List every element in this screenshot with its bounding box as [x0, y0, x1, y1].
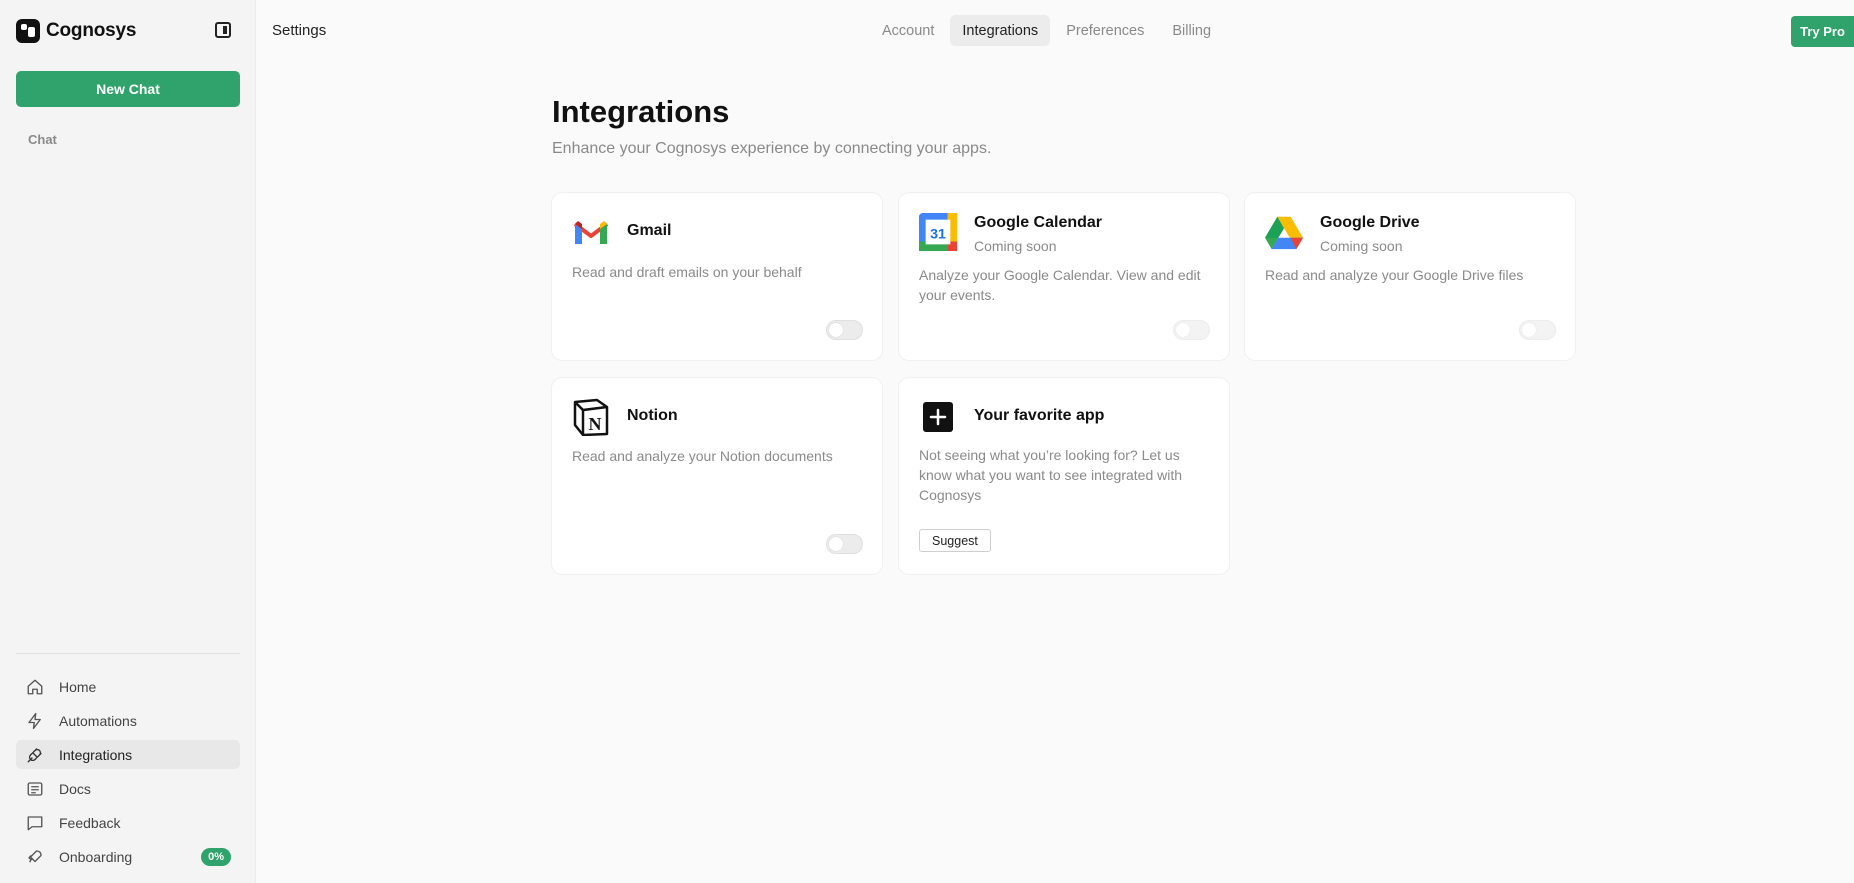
chat-section-label: Chat — [28, 132, 57, 147]
rocket-icon — [26, 848, 44, 866]
integration-card-google-drive: Google Drive Coming soon Read and analyz… — [1245, 193, 1575, 360]
home-icon — [26, 678, 44, 696]
gmail-toggle[interactable] — [826, 320, 863, 340]
sidebar-item-docs[interactable]: Docs — [16, 774, 240, 803]
sidebar-item-home[interactable]: Home — [16, 672, 240, 701]
tab-account[interactable]: Account — [870, 15, 946, 46]
sidebar-item-label: Docs — [59, 780, 91, 797]
sidebar-divider — [16, 653, 240, 654]
page-subtitle: Enhance your Cognosys experience by conn… — [552, 140, 992, 157]
sidebar-item-label: Home — [59, 678, 97, 695]
sidebar: Cognosys New Chat Chat Home Automations — [0, 0, 256, 883]
new-chat-button[interactable]: New Chat — [16, 71, 240, 107]
gmail-icon — [572, 213, 610, 251]
tab-billing[interactable]: Billing — [1160, 15, 1223, 46]
brand-name: Cognosys — [46, 20, 137, 41]
google-calendar-icon: 31 — [919, 213, 957, 251]
card-description: Not seeing what you’re looking for? Let … — [919, 447, 1183, 503]
try-pro-button[interactable]: Try Pro — [1791, 16, 1854, 47]
notion-toggle[interactable] — [826, 534, 863, 554]
calendar-day-number: 31 — [930, 227, 946, 243]
sidebar-item-label: Integrations — [59, 746, 133, 763]
settings-tabs: Account Integrations Preferences Billing — [870, 15, 1223, 46]
plug-icon — [26, 746, 44, 764]
tab-integrations[interactable]: Integrations — [950, 15, 1051, 46]
plus-icon — [919, 398, 957, 436]
brand[interactable]: Cognosys — [16, 19, 136, 43]
google-drive-toggle[interactable] — [1519, 320, 1556, 340]
card-title: Google Drive — [1320, 214, 1420, 231]
sidebar-item-label: Feedback — [59, 814, 121, 831]
sidebar-item-onboarding[interactable]: Onboarding 0% — [16, 842, 240, 871]
card-title: Your favorite app — [974, 407, 1105, 424]
card-status: Coming soon — [1320, 238, 1403, 254]
integration-card-google-calendar: 31 Google Calendar Coming soon Analyze y… — [899, 193, 1229, 360]
integration-card-suggest: Your favorite app Not seeing what you’re… — [899, 378, 1229, 574]
card-description: Analyze your Google Calendar. View and e… — [919, 267, 1201, 303]
sidebar-item-label: Automations — [59, 712, 137, 729]
onboarding-progress-badge: 0% — [201, 848, 231, 866]
sidebar-item-integrations[interactable]: Integrations — [16, 740, 240, 769]
app-window: Cognosys New Chat Chat Home Automations — [0, 0, 1854, 883]
chat-bubble-icon — [26, 814, 44, 832]
bolt-icon — [26, 712, 44, 730]
notion-icon: N — [572, 398, 610, 436]
integration-card-notion: N Notion Read and analyze your Notion do… — [552, 378, 882, 574]
suggest-button[interactable]: Suggest — [919, 529, 991, 552]
docs-icon — [26, 780, 44, 798]
sidebar-item-label: Onboarding — [59, 848, 133, 865]
collapse-sidebar-icon[interactable] — [215, 22, 231, 38]
card-description: Read and analyze your Notion documents — [572, 448, 833, 464]
integration-card-gmail: Gmail Read and draft emails on your beha… — [552, 193, 882, 360]
card-status: Coming soon — [974, 238, 1057, 254]
card-title: Google Calendar — [974, 214, 1103, 231]
sidebar-nav: Home Automations Integrations Docs Feedb… — [16, 672, 240, 876]
tab-preferences[interactable]: Preferences — [1054, 15, 1156, 46]
google-drive-icon — [1265, 213, 1303, 251]
sidebar-item-automations[interactable]: Automations — [16, 706, 240, 735]
google-calendar-toggle[interactable] — [1173, 320, 1210, 340]
cognosys-logo-icon — [16, 19, 40, 43]
sidebar-item-feedback[interactable]: Feedback — [16, 808, 240, 837]
page-title: Integrations — [552, 94, 730, 129]
card-description: Read and analyze your Google Drive files — [1265, 267, 1524, 283]
notion-logo-letter: N — [589, 414, 602, 434]
card-description: Read and draft emails on your behalf — [572, 264, 802, 280]
page-label: Settings — [272, 22, 327, 39]
card-title: Gmail — [627, 222, 672, 239]
card-title: Notion — [627, 407, 678, 424]
